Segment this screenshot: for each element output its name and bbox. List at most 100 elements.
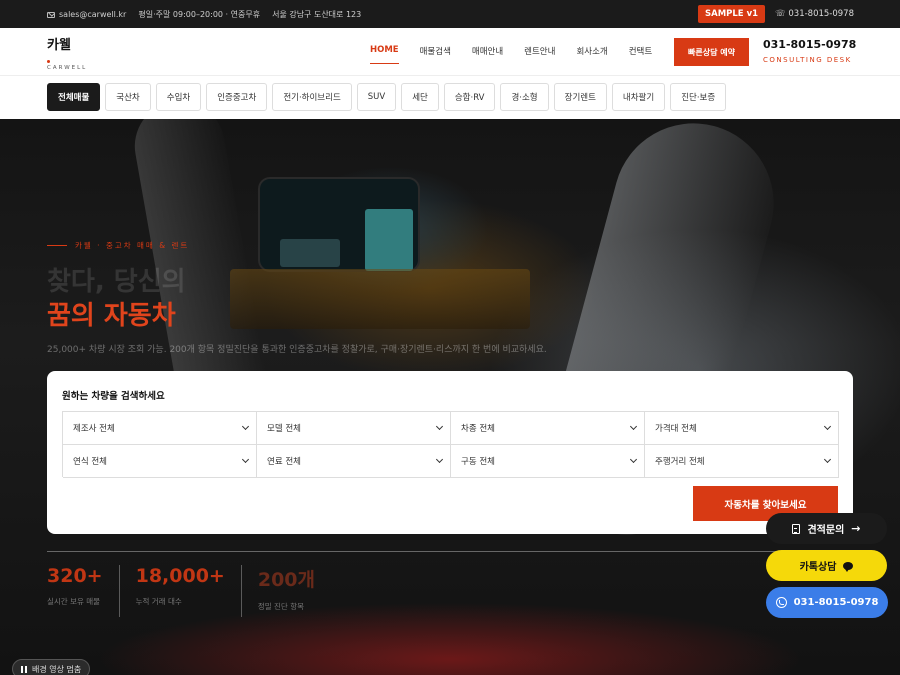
category-imported[interactable]: 수입차 <box>155 83 202 111</box>
stat-label: 누적 거래 대수 <box>135 597 182 606</box>
nav-rent-guide[interactable]: 렌트안내 <box>524 45 555 57</box>
topbar-email-text: sales@carwell.kr <box>59 10 127 19</box>
floating-kakao-button[interactable]: 카톡상담 <box>766 550 887 581</box>
document-icon <box>792 523 801 534</box>
category-inspection[interactable]: 진단·보증 <box>670 83 727 111</box>
background-dashboard-panel <box>280 239 340 267</box>
sample-badge: SAMPLE v1 <box>698 5 766 23</box>
select-label: 제조사 전체 <box>73 424 115 434</box>
topbar-right: SAMPLE v1 ☏ 031-8015-0978 <box>698 5 854 23</box>
select-year[interactable]: 연식 전체 <box>63 445 257 478</box>
category-suv[interactable]: SUV <box>356 83 397 111</box>
category-sedan[interactable]: 세단 <box>401 83 439 111</box>
select-label: 연료 전체 <box>267 457 301 467</box>
topbar-email[interactable]: sales@carwell.kr <box>47 10 126 19</box>
top-contact-info: sales@carwell.kr 평일·주말 09:00–20:00 · 연중무… <box>47 9 361 20</box>
floating-quote-button[interactable]: 견적문의 → <box>766 513 887 544</box>
nav-listing-search[interactable]: 매물검색 <box>420 45 451 57</box>
stats-divider <box>47 551 853 552</box>
vehicle-search-card: 원하는 차량을 검색하세요 제조사 전체 모델 전체 차종 전체 가격대 전체 … <box>47 371 853 534</box>
stat-value: 320+ <box>47 565 103 587</box>
chevron-down-icon <box>435 455 444 464</box>
stat-item: 320+ 실시간 보유 매물 <box>47 565 120 617</box>
nav-about[interactable]: 회사소개 <box>576 45 607 57</box>
video-pause-button[interactable]: 배경 영상 멈춤 <box>12 659 91 675</box>
select-label: 모델 전체 <box>267 424 301 434</box>
hero-eyebrow: 카웰 · 중고차 매매 & 렌트 <box>47 240 189 251</box>
consult-desk[interactable]: 031-8015-0978 CONSULTING DESK <box>763 38 856 64</box>
floating-quote-label: 견적문의 <box>807 525 845 536</box>
chevron-down-icon <box>823 422 832 431</box>
consult-label: CONSULTING DESK <box>763 56 852 64</box>
search-filter-grid: 제조사 전체 모델 전체 차종 전체 가격대 전체 연식 전체 연료 전체 구동… <box>62 411 839 478</box>
topbar-hours-text: 평일·주말 09:00–20:00 · 연중무휴 <box>138 10 261 19</box>
category-long-rent[interactable]: 장기렌트 <box>553 83 607 111</box>
select-model[interactable]: 모델 전체 <box>257 412 451 445</box>
chevron-down-icon <box>241 455 250 464</box>
search-title: 원하는 차량을 검색하세요 <box>62 391 165 402</box>
select-manufacturer[interactable]: 제조사 전체 <box>63 412 257 445</box>
category-certified[interactable]: 인증중고차 <box>206 83 268 111</box>
floating-phone-label: 031-8015-0978 <box>793 597 879 608</box>
chevron-down-icon <box>435 422 444 431</box>
topbar-hours: 평일·주말 09:00–20:00 · 연중무휴 <box>138 9 260 20</box>
site-logo[interactable]: 카웰 CARWELL <box>47 34 87 71</box>
video-pause-label: 배경 영상 멈춤 <box>32 664 82 674</box>
chevron-down-icon <box>629 455 638 464</box>
nav-trade-guide[interactable]: 매매안내 <box>472 45 503 57</box>
stat-value: 18,000+ <box>135 565 225 587</box>
stat-label: 실시간 보유 매물 <box>47 597 101 606</box>
nav-contact[interactable]: 컨택트 <box>629 45 652 57</box>
chevron-down-icon <box>629 422 638 431</box>
chat-icon <box>843 561 854 572</box>
background-hood <box>230 269 530 329</box>
pause-icon <box>21 665 27 673</box>
stats-row: 320+ 실시간 보유 매물 18,000+ 누적 거래 대수 200개 정밀 … <box>47 565 347 617</box>
hero-section: 카웰 · 중고차 매매 & 렌트 찾다, 당신의 꿈의 자동차 25,000+ … <box>0 119 900 675</box>
select-label: 가격대 전체 <box>655 424 697 434</box>
select-drive[interactable]: 구동 전체 <box>451 445 645 478</box>
stat-item: 200개 정밀 진단 항목 <box>258 565 331 617</box>
chevron-down-icon <box>823 455 832 464</box>
hero-heading-line2: 꿈의 자동차 <box>47 301 176 331</box>
logo-dot <box>47 60 50 63</box>
category-domestic[interactable]: 국산차 <box>105 83 151 111</box>
category-compact[interactable]: 경·소형 <box>500 83 549 111</box>
category-bar: 전체매물 국산차 수입차 인증중고차 전기·하이브리드 SUV 세단 승합·RV… <box>0 76 900 119</box>
select-fuel[interactable]: 연료 전체 <box>257 445 451 478</box>
site-header: 카웰 CARWELL HOME 매물검색 매매안내 렌트안내 회사소개 컨택트 … <box>0 28 900 76</box>
stat-value: 200개 <box>257 569 315 591</box>
select-mileage[interactable]: 주행거리 전체 <box>645 445 839 478</box>
eyebrow-line <box>47 245 67 246</box>
hero-heading-line1: 찾다, 당신의 <box>47 267 186 297</box>
nav-home[interactable]: HOME <box>370 45 399 64</box>
select-car-type[interactable]: 차종 전체 <box>451 412 645 445</box>
category-all[interactable]: 전체매물 <box>47 83 101 111</box>
background-dashboard <box>258 177 420 272</box>
stat-item: 18,000+ 누적 거래 대수 <box>136 565 242 617</box>
mail-icon <box>47 11 55 18</box>
select-label: 주행거리 전체 <box>655 457 705 467</box>
consult-phone: 031-8015-0978 <box>763 38 857 51</box>
select-label: 차종 전체 <box>461 424 495 434</box>
topbar-address-text: 서울 강남구 도산대로 123 <box>272 10 362 19</box>
topbar-phone-text: 031-8015-0978 <box>788 9 854 19</box>
floating-phone-button[interactable]: 031-8015-0978 <box>766 587 888 618</box>
logo-title: 카웰 <box>47 38 71 53</box>
select-label: 연식 전체 <box>73 457 107 467</box>
topbar-phone[interactable]: ☏ 031-8015-0978 <box>775 9 854 19</box>
main-nav: HOME 매물검색 매매안내 렌트안내 회사소개 컨택트 <box>370 45 673 64</box>
select-label: 구동 전체 <box>461 457 495 467</box>
select-price-range[interactable]: 가격대 전체 <box>645 412 839 445</box>
stat-label: 정밀 진단 항목 <box>257 602 305 611</box>
category-ev-hybrid[interactable]: 전기·하이브리드 <box>272 83 352 111</box>
quick-consult-button[interactable]: 빠른상담 예약 <box>674 38 749 66</box>
chevron-down-icon <box>241 422 250 431</box>
arrow-right-icon: → <box>851 522 861 535</box>
topbar-address: 서울 강남구 도산대로 123 <box>272 9 361 20</box>
phone-icon <box>775 597 787 608</box>
hero-description: 25,000+ 차량 시장 조회 가능. 200개 항목 정밀진단을 통과한 인… <box>47 345 547 355</box>
category-sell-car[interactable]: 내차팔기 <box>611 83 666 111</box>
category-van-rv[interactable]: 승합·RV <box>443 83 496 111</box>
eyebrow-text: 카웰 · 중고차 매매 & 렌트 <box>75 241 190 250</box>
